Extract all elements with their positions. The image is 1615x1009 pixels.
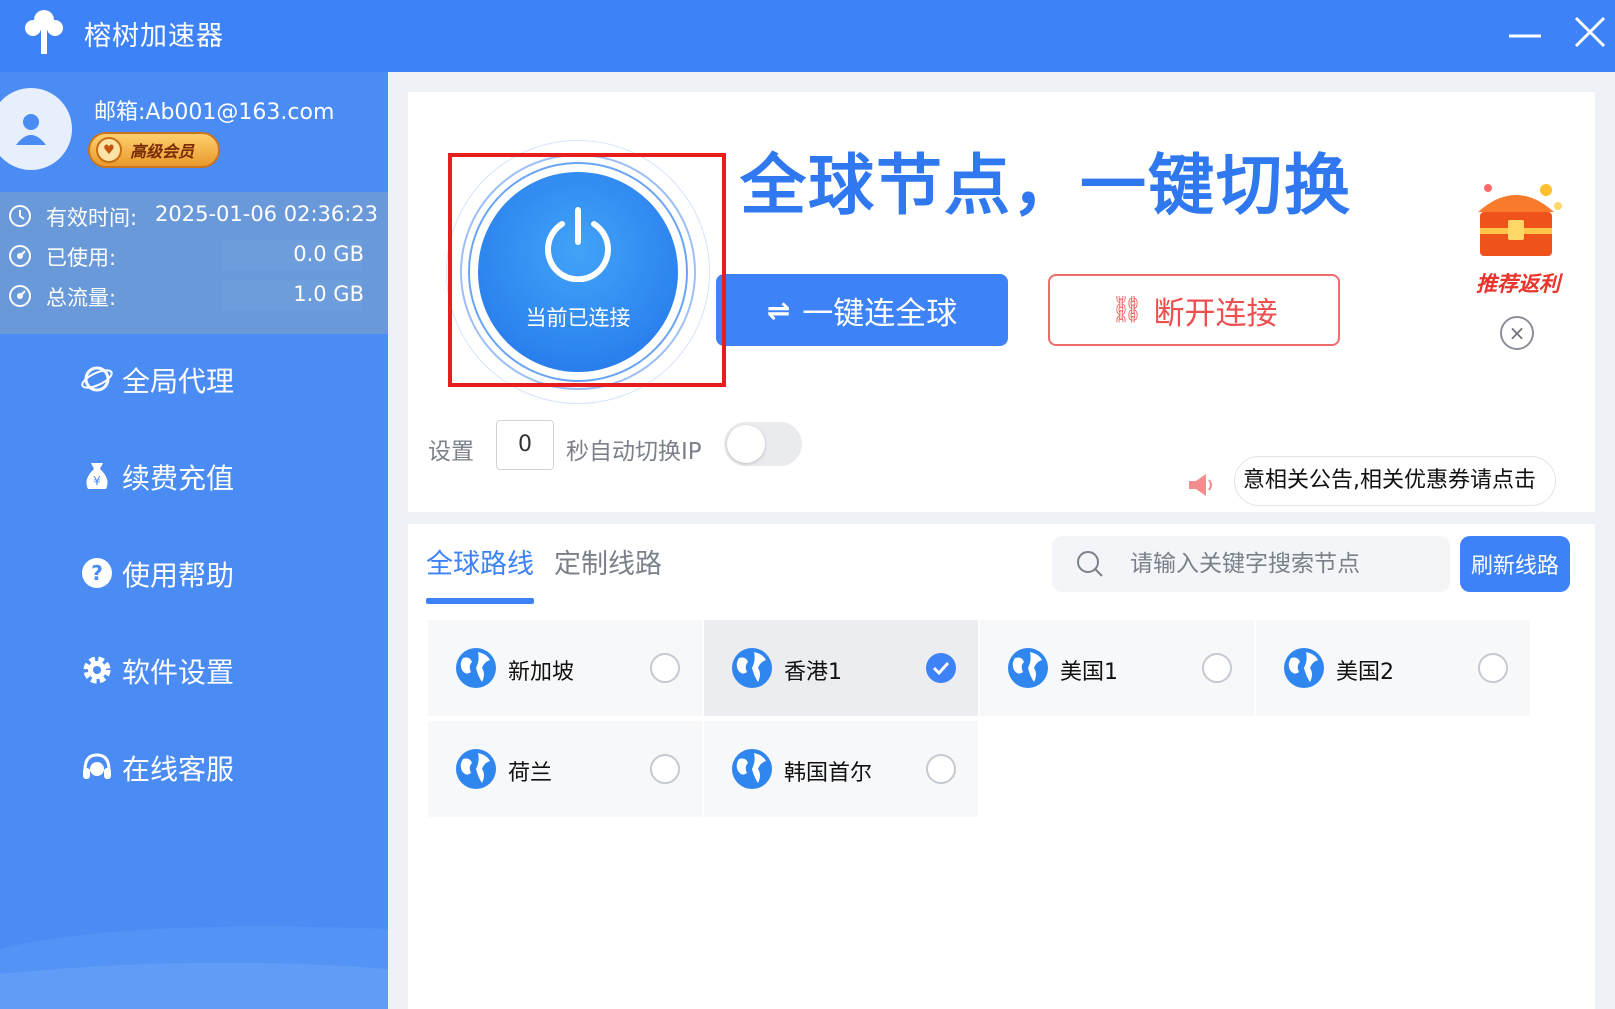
stat-row-total: 总流量: 1.0 GB — [0, 276, 388, 314]
connect-global-button[interactable]: ⇌ 一键连全球 — [716, 274, 1008, 346]
gauge-icon — [9, 285, 31, 307]
user-email: 邮箱:Ab001@163.com — [94, 100, 335, 125]
active-tab-indicator — [426, 598, 534, 604]
main-area: 当前已连接 全球节点，一键切换 ⇌ 一键连全球 ⛓ 断开连接 推荐返利 × 设置… — [388, 72, 1615, 1009]
clock-icon — [9, 205, 31, 227]
node-card[interactable]: 新加坡 — [428, 620, 702, 716]
nav-item-settings[interactable]: 软件设置 — [0, 637, 388, 701]
referral-label: 推荐返利 — [1476, 272, 1560, 296]
node-card[interactable]: 韩国首尔 — [704, 721, 978, 817]
node-name: 荷兰 — [508, 761, 553, 786]
gear-icon — [83, 656, 111, 684]
node-name: 美国1 — [1060, 660, 1118, 685]
node-card[interactable]: 美国2 — [1256, 620, 1530, 716]
node-name: 香港1 — [784, 660, 842, 685]
disconnect-label: 断开连接 — [1153, 295, 1278, 332]
connection-panel: 当前已连接 全球节点，一键切换 ⇌ 一键连全球 ⛓ 断开连接 推荐返利 × 设置… — [408, 92, 1595, 512]
svg-text:?: ? — [91, 561, 103, 585]
connect-global-label: 一键连全球 — [802, 295, 958, 332]
tree-logo-icon — [25, 10, 63, 54]
close-icon[interactable] — [1570, 12, 1610, 52]
title-bar: 榕树加速器 — [0, 0, 1615, 72]
question-icon: ? — [82, 558, 112, 588]
stat-value: 0.0 GB — [293, 242, 364, 266]
referral-promo[interactable]: 推荐返利 — [1458, 172, 1578, 302]
power-button[interactable]: 当前已连接 — [478, 172, 678, 372]
announcement-marquee[interactable]: 意相关公告,相关优惠券请点击 — [1234, 456, 1556, 506]
promo-close-icon[interactable]: × — [1500, 316, 1534, 350]
stat-value: 1.0 GB — [293, 282, 364, 306]
vip-badge: ♥ 高级会员 — [88, 132, 220, 168]
node-name: 美国2 — [1336, 660, 1394, 685]
auto-switch-suffix: 秒自动切换IP — [566, 439, 702, 465]
node-name: 韩国首尔 — [784, 761, 873, 786]
stat-row-expiry: 有效时间: 2025-01-06 02:36:23 — [0, 196, 388, 234]
tab-global-routes[interactable]: 全球路线 — [426, 542, 534, 581]
node-radio[interactable] — [1478, 653, 1508, 683]
headline: 全球节点，一键切换 — [740, 147, 1352, 224]
check-icon[interactable] — [926, 653, 956, 683]
node-radio[interactable] — [1202, 653, 1232, 683]
auto-switch-toggle[interactable] — [724, 422, 802, 466]
svg-text:¥: ¥ — [93, 474, 101, 488]
avatar[interactable] — [0, 88, 72, 170]
nav-item-global-proxy[interactable]: 全局代理 — [0, 346, 388, 410]
nav-label: 在线客服 — [122, 753, 235, 786]
disconnect-button[interactable]: ⛓ 断开连接 — [1048, 274, 1340, 346]
globe-icon — [1008, 648, 1048, 688]
auto-switch-seconds-input[interactable]: 0 — [496, 420, 554, 470]
nav-label: 软件设置 — [122, 656, 235, 689]
power-button-area: 当前已连接 — [446, 140, 710, 404]
tab-custom-routes[interactable]: 定制线路 — [554, 542, 662, 581]
app-title: 榕树加速器 — [84, 21, 224, 52]
megaphone-icon — [1189, 474, 1212, 496]
decorative-wave — [0, 926, 388, 1009]
stat-label: 总流量: — [46, 286, 117, 310]
globe-icon — [456, 648, 496, 688]
nav-label: 续费充值 — [122, 462, 235, 495]
headset-icon — [83, 753, 111, 779]
vip-badge-label: 高级会员 — [130, 142, 195, 161]
heart-icon: ♥ — [96, 137, 122, 163]
globe-icon — [1284, 648, 1324, 688]
nav-label: 全局代理 — [122, 365, 235, 398]
unlink-icon: ⛓ — [1110, 295, 1144, 325]
nav-item-recharge[interactable]: ¥ 续费充值 — [0, 443, 388, 507]
node-card[interactable]: 香港1 — [704, 620, 978, 716]
minimize-icon[interactable] — [1505, 16, 1545, 56]
stat-value: 2025-01-06 02:36:23 — [155, 202, 379, 226]
toggle-knob — [727, 425, 765, 463]
power-icon — [545, 207, 611, 282]
node-radio[interactable] — [650, 754, 680, 784]
stat-label: 有效时间: — [46, 206, 138, 230]
swap-arrows-icon: ⇌ — [766, 293, 791, 327]
node-radio[interactable] — [650, 653, 680, 683]
node-search — [1052, 536, 1450, 592]
nav-item-support[interactable]: 在线客服 — [0, 734, 388, 798]
money-bag-icon: ¥ — [86, 463, 108, 489]
search-input[interactable] — [1130, 544, 1430, 584]
globe-icon — [456, 749, 496, 789]
sidebar: 邮箱:Ab001@163.com ♥ 高级会员 有效时间: 2025-01-06… — [0, 72, 388, 1009]
user-icon — [16, 114, 46, 145]
search-icon — [1077, 551, 1103, 577]
planet-icon — [81, 366, 113, 392]
node-name: 新加坡 — [508, 660, 575, 685]
node-radio[interactable] — [926, 754, 956, 784]
node-card[interactable]: 荷兰 — [428, 721, 702, 817]
refresh-routes-button[interactable]: 刷新线路 — [1460, 536, 1570, 592]
nav-label: 使用帮助 — [122, 559, 235, 592]
connection-status: 当前已连接 — [525, 306, 631, 330]
auto-switch-prefix: 设置 — [428, 439, 474, 465]
globe-icon — [732, 648, 772, 688]
treasure-chest-icon — [1478, 184, 1562, 256]
node-card[interactable]: 美国1 — [980, 620, 1254, 716]
account-stats: 有效时间: 2025-01-06 02:36:23 已使用: 0.0 GB 总流… — [0, 192, 388, 334]
globe-icon — [732, 749, 772, 789]
stat-label: 已使用: — [46, 246, 117, 270]
node-panel: 全球路线 定制线路 刷新线路 新加坡 香港1 美国1 美国2 荷兰 韩国首尔 — [408, 524, 1595, 1009]
stat-row-used: 已使用: 0.0 GB — [0, 236, 388, 274]
nav-item-help[interactable]: ? 使用帮助 — [0, 540, 388, 604]
gauge-icon — [9, 245, 31, 267]
